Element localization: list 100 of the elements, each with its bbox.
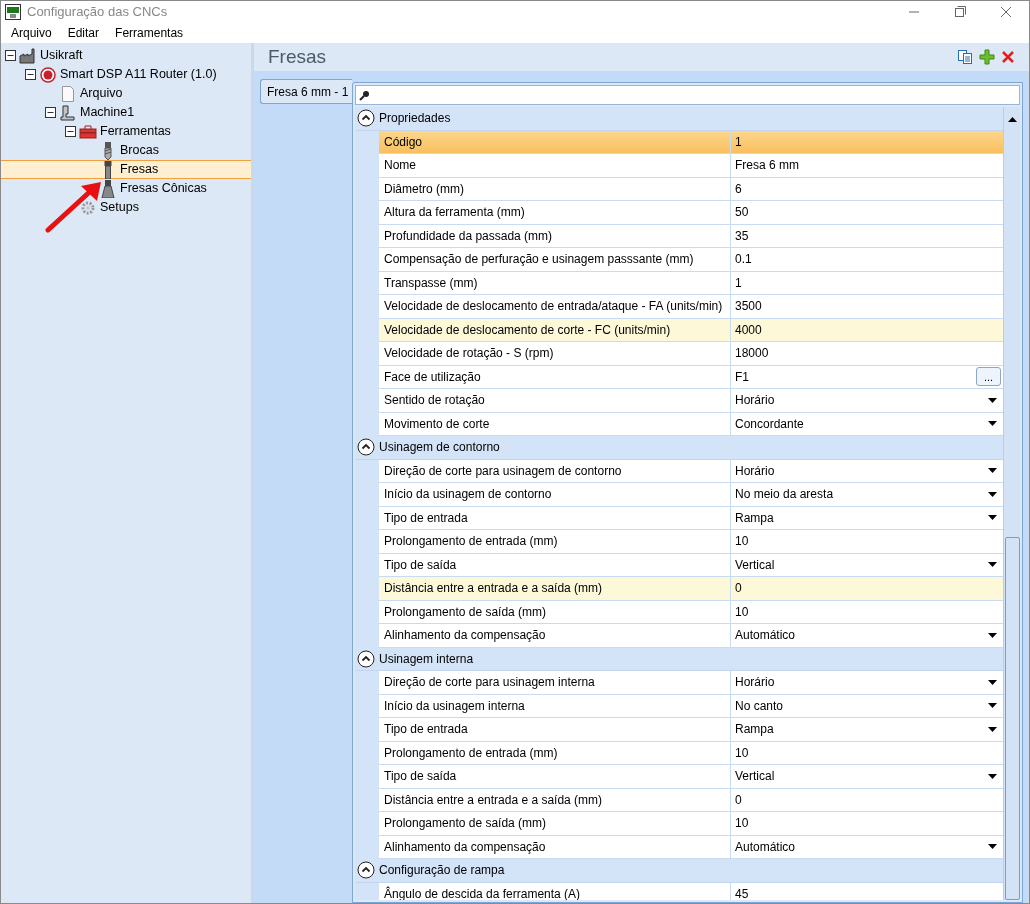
- collapse-icon[interactable]: [5, 50, 16, 61]
- property-row[interactable]: Direção de corte para usinagem de contorno Horário: [379, 459, 1003, 483]
- property-row[interactable]: Prolongamento de entrada (mm) 10: [379, 530, 1003, 554]
- property-row[interactable]: Alinhamento da compensação Automático: [379, 624, 1003, 648]
- property-row[interactable]: Prolongamento de saída (mm) 10: [379, 812, 1003, 836]
- menu-item[interactable]: Ferramentas: [109, 24, 190, 42]
- property-label: Velocidade de deslocamento de entrada/ataque - FA (units/min): [379, 295, 731, 318]
- property-label: Prolongamento de entrada (mm): [379, 530, 731, 553]
- tree-item[interactable]: Ferramentas: [1, 122, 251, 141]
- copy-icon[interactable]: [957, 49, 973, 65]
- property-row[interactable]: Início da usinagem interna No canto: [379, 694, 1003, 718]
- property-value: No meio da aresta: [735, 486, 834, 504]
- dropdown-arrow-icon[interactable]: [988, 844, 997, 850]
- dropdown-arrow-icon[interactable]: [988, 679, 997, 685]
- property-row[interactable]: Movimento de corte Concordante: [379, 412, 1003, 436]
- property-row[interactable]: Tipo de saída Vertical: [379, 553, 1003, 577]
- property-row[interactable]: Prolongamento de entrada (mm) 10: [379, 741, 1003, 765]
- collapse-icon[interactable]: [357, 109, 375, 128]
- dropdown-arrow-icon[interactable]: [988, 726, 997, 732]
- property-row[interactable]: Código 1: [379, 130, 1003, 154]
- property-row[interactable]: Diâmetro (mm) 6: [379, 177, 1003, 201]
- collapse-icon[interactable]: [357, 861, 375, 880]
- property-row[interactable]: Velocidade de rotação - S (rpm) 18000: [379, 342, 1003, 366]
- tree-item[interactable]: Setups: [1, 198, 251, 217]
- property-value: 4000: [735, 321, 762, 339]
- add-icon[interactable]: [979, 49, 995, 65]
- property-value: 18000: [735, 345, 769, 363]
- property-label: Ângulo de descida da ferramenta (A): [379, 882, 731, 900]
- property-row[interactable]: Face de utilização F1 ...: [379, 365, 1003, 389]
- dropdown-arrow-icon[interactable]: [988, 703, 997, 709]
- property-value: 45: [735, 885, 749, 900]
- scroll-up-icon[interactable]: [1007, 117, 1017, 122]
- property-row[interactable]: Velocidade de deslocamento de corte - FC (units/min) 4000: [379, 318, 1003, 342]
- property-row[interactable]: Tipo de entrada Rampa: [379, 718, 1003, 742]
- property-row[interactable]: Velocidade de deslocamento de entrada/ataque - FA (units/min) 3500: [379, 295, 1003, 319]
- collapse-icon[interactable]: [357, 438, 375, 457]
- dropdown-arrow-icon[interactable]: [988, 773, 997, 779]
- property-row[interactable]: Alinhamento da compensação Automático: [379, 835, 1003, 859]
- delete-icon[interactable]: [1001, 50, 1015, 64]
- cone-bit-icon: [101, 179, 115, 198]
- tree-item[interactable]: Smart DSP A11 Router (1.0): [1, 65, 251, 84]
- property-label: Distância entre a entrada e a saída (mm): [379, 577, 731, 600]
- tab[interactable]: Fresa 6 mm - 1: [260, 79, 352, 104]
- property-label: Diâmetro (mm): [379, 177, 731, 200]
- collapse-icon[interactable]: [25, 69, 36, 80]
- gear-icon: [80, 199, 96, 216]
- dropdown-arrow-icon[interactable]: [988, 562, 997, 568]
- property-value: 50: [735, 204, 749, 222]
- property-value: Rampa: [735, 509, 774, 527]
- scroll-thumb[interactable]: [1004, 537, 1020, 900]
- property-value: Fresa 6 mm: [735, 157, 799, 175]
- menu-item[interactable]: Arquivo: [5, 24, 58, 42]
- property-label: Prolongamento de entrada (mm): [379, 741, 731, 764]
- dropdown-arrow-icon[interactable]: [988, 468, 997, 474]
- tree-item[interactable]: Arquivo: [1, 84, 251, 103]
- property-row[interactable]: Tipo de entrada Rampa: [379, 506, 1003, 530]
- property-row[interactable]: Início da usinagem de contorno No meio da aresta: [379, 483, 1003, 507]
- property-row[interactable]: Distância entre a entrada e a saída (mm) 0: [379, 577, 1003, 601]
- property-value: Horário: [735, 462, 775, 480]
- property-value: Automático: [735, 838, 796, 856]
- ellipsis-button[interactable]: ...: [976, 367, 1001, 387]
- property-row[interactable]: Compensação de perfuração e usinagem passsante (mm) 0.1: [379, 248, 1003, 272]
- property-row[interactable]: Distância entre a entrada e a saída (mm) 0: [379, 788, 1003, 812]
- property-row[interactable]: Profundidade da passada (mm) 35: [379, 224, 1003, 248]
- dropdown-arrow-icon[interactable]: [988, 515, 997, 521]
- property-row[interactable]: Sentido de rotação Horário: [379, 389, 1003, 413]
- factory-icon: [19, 47, 37, 64]
- dropdown-arrow-icon[interactable]: [988, 632, 997, 638]
- section-header[interactable]: Usinagem de contorno: [355, 436, 1003, 460]
- menu-item[interactable]: Editar: [61, 24, 106, 42]
- machine-icon: [60, 104, 76, 121]
- property-row[interactable]: Altura da ferramenta (mm) 50: [379, 201, 1003, 225]
- collapse-icon[interactable]: [45, 107, 56, 118]
- dropdown-arrow-icon[interactable]: [988, 491, 997, 497]
- dropdown-arrow-icon[interactable]: [988, 421, 997, 427]
- section-header[interactable]: Propriedades: [355, 107, 1003, 131]
- tree-item[interactable]: Usikraft: [1, 46, 251, 65]
- section-header[interactable]: Usinagem interna: [355, 647, 1003, 671]
- property-label: Tipo de saída: [379, 553, 731, 576]
- property-row[interactable]: Nome Fresa 6 mm: [379, 154, 1003, 178]
- collapse-icon[interactable]: [65, 126, 76, 137]
- tree-item[interactable]: Fresas: [1, 160, 251, 179]
- property-label: Prolongamento de saída (mm): [379, 812, 731, 835]
- toolbox-icon: [79, 124, 97, 139]
- property-row[interactable]: Transpasse (mm) 1: [379, 271, 1003, 295]
- property-label: Distância entre a entrada e a saída (mm): [379, 788, 731, 811]
- scrollbar[interactable]: [1003, 107, 1020, 900]
- dropdown-arrow-icon[interactable]: [988, 397, 997, 403]
- search-field[interactable]: [355, 85, 1020, 105]
- property-value: Rampa: [735, 721, 774, 739]
- property-row[interactable]: Tipo de saída Vertical: [379, 765, 1003, 789]
- controller-icon: [40, 66, 56, 83]
- tree-item[interactable]: Fresas Cônicas: [1, 179, 251, 198]
- tree-item[interactable]: Machine1: [1, 103, 251, 122]
- tree-item[interactable]: Brocas: [1, 141, 251, 160]
- property-row[interactable]: Direção de corte para usinagem interna Horário: [379, 671, 1003, 695]
- collapse-icon[interactable]: [357, 649, 375, 668]
- section-header[interactable]: Configuração de rampa: [355, 859, 1003, 883]
- property-row[interactable]: Prolongamento de saída (mm) 10: [379, 600, 1003, 624]
- drill-bit-icon: [103, 141, 113, 160]
